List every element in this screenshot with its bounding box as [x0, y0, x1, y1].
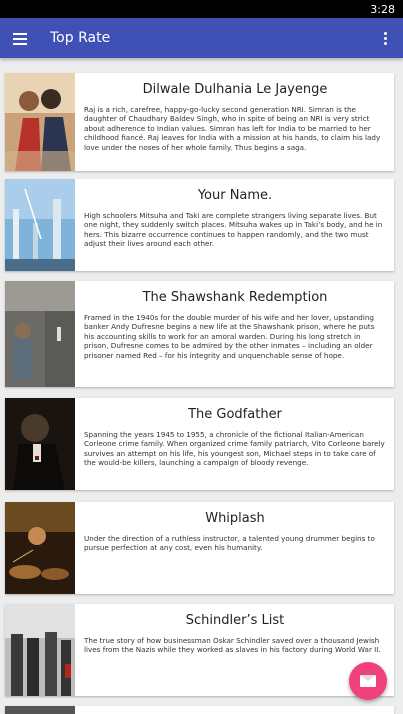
hamburger-menu-icon[interactable]	[0, 18, 40, 58]
movie-poster	[5, 179, 75, 271]
movie-overview: Framed in the 1940s for the double murde…	[84, 313, 375, 360]
movie-card[interactable]	[5, 706, 394, 714]
movie-poster	[5, 281, 75, 387]
movie-poster	[5, 604, 75, 696]
movie-card[interactable]: Schindler’s List The true story of how b…	[5, 604, 394, 696]
status-time: 3:28	[370, 3, 395, 16]
movie-title: Whiplash	[205, 511, 265, 526]
movie-title: Schindler’s List	[185, 613, 285, 628]
movie-card[interactable]: Your Name. High schoolers Mitsuha and Ta…	[5, 179, 394, 271]
movie-title: Dilwale Dulhania Le Jayenge	[142, 82, 328, 97]
movie-title: The Shawshank Redemption	[142, 290, 328, 305]
movie-poster	[5, 502, 75, 594]
more-vert-icon[interactable]	[367, 18, 403, 58]
email-icon	[360, 675, 376, 687]
movie-card[interactable]: Whiplash Under the direction of a ruthle…	[5, 502, 394, 594]
movie-overview: Spanning the years 1945 to 1955, a chron…	[84, 430, 385, 468]
movie-poster	[5, 706, 75, 714]
app-bar: Top Rate	[0, 18, 403, 58]
email-fab-button[interactable]	[349, 662, 387, 700]
movie-poster	[5, 398, 75, 490]
movie-overview: Raj is a rich, carefree, happy-go-lucky …	[84, 105, 381, 152]
status-bar: 3:28	[0, 0, 403, 18]
movie-card[interactable]: The Shawshank Redemption Framed in the 1…	[5, 281, 394, 387]
movie-overview: High schoolers Mitsuha and Taki are comp…	[84, 211, 383, 249]
movie-card[interactable]: Dilwale Dulhania Le Jayenge Raj is a ric…	[5, 73, 394, 171]
movie-title: The Godfather	[188, 407, 282, 422]
movie-title: Your Name.	[197, 188, 273, 203]
movie-overview: Under the direction of a ruthless instru…	[84, 534, 375, 553]
movie-card[interactable]: The Godfather Spanning the years 1945 to…	[5, 398, 394, 490]
movie-overview: The true story of how businessman Oskar …	[84, 636, 381, 655]
movie-list[interactable]: Dilwale Dulhania Le Jayenge Raj is a ric…	[0, 58, 403, 714]
movie-poster	[5, 73, 75, 171]
page-title: Top Rate	[50, 30, 111, 46]
